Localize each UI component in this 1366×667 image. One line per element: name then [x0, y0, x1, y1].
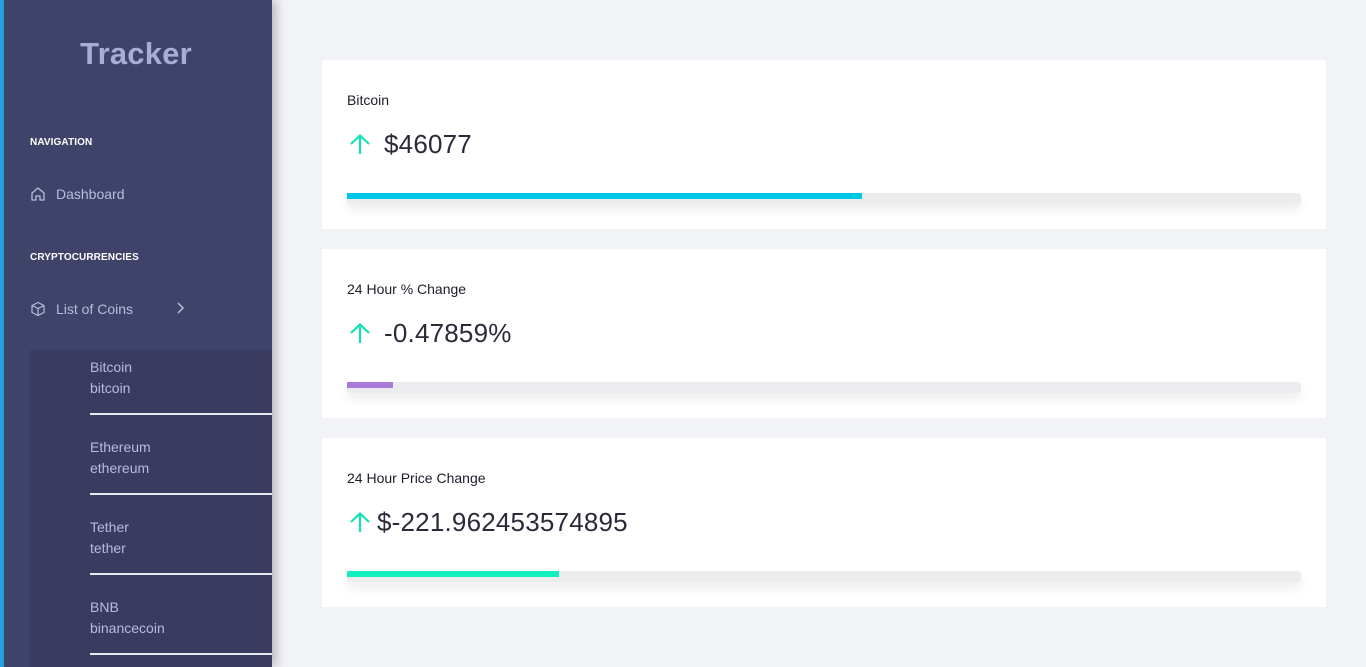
price-card: Bitcoin $46077	[322, 60, 1326, 229]
coin-id: bitcoin	[90, 380, 131, 396]
card-value: -0.47859%	[384, 318, 512, 348]
home-icon	[31, 187, 45, 201]
coin-id: tether	[90, 540, 126, 556]
card-title: 24 Hour Price Change	[347, 470, 486, 486]
card-title: 24 Hour % Change	[347, 281, 467, 297]
coin-name: Ethereum	[90, 439, 151, 455]
progress-track	[347, 193, 1301, 204]
brand-title[interactable]: Tracker	[4, 36, 268, 72]
cryptocurrencies-heading: CRYPTOCURRENCIES	[30, 252, 139, 263]
arrow-up-icon	[350, 133, 370, 154]
sidebar-item-dashboard[interactable]: Dashboard	[30, 182, 210, 206]
progress-fill	[347, 571, 559, 577]
coin-item-tether[interactable]: Tether tether	[90, 510, 272, 575]
progress-track	[347, 571, 1301, 582]
progress-track	[347, 382, 1301, 393]
progress-fill	[347, 382, 393, 388]
card-title: Bitcoin	[347, 92, 390, 108]
card-value-row: $-221.962453574895	[347, 507, 628, 538]
sidebar-item-label: List of Coins	[56, 301, 134, 317]
sidebar-item-list-of-coins[interactable]: List of Coins	[30, 297, 196, 321]
chevron-right-icon	[177, 302, 185, 314]
sidebar-item-label: Dashboard	[56, 186, 125, 202]
coin-id: ethereum	[90, 460, 150, 476]
card-value: $46077	[384, 129, 472, 159]
coin-item-bitcoin[interactable]: Bitcoin bitcoin	[90, 350, 272, 415]
card-value-row: -0.47859%	[347, 318, 512, 349]
card-value: $-221.962453574895	[377, 507, 628, 537]
arrow-up-icon	[350, 322, 370, 343]
coin-name: Tether	[90, 519, 129, 535]
coin-id: binancecoin	[90, 620, 165, 636]
navigation-heading: NAVIGATION	[30, 137, 93, 148]
percent-change-card: 24 Hour % Change -0.47859%	[322, 249, 1326, 418]
coin-name: BNB	[90, 599, 119, 615]
price-change-card: 24 Hour Price Change $-221.962453574895	[322, 438, 1326, 607]
progress-fill	[347, 193, 862, 199]
cube-icon	[31, 301, 45, 317]
coin-submenu: Bitcoin bitcoin Ethereum ethereum Tether…	[30, 350, 272, 667]
coin-item-bnb[interactable]: BNB binancecoin	[90, 590, 272, 655]
arrow-up-icon	[350, 511, 370, 532]
card-value-row: $46077	[347, 129, 472, 160]
coin-item-ethereum[interactable]: Ethereum ethereum	[90, 430, 272, 495]
coin-name: Bitcoin	[90, 359, 133, 375]
sidebar: Tracker NAVIGATION Dashboard CRYPTOCURRE…	[4, 0, 272, 667]
